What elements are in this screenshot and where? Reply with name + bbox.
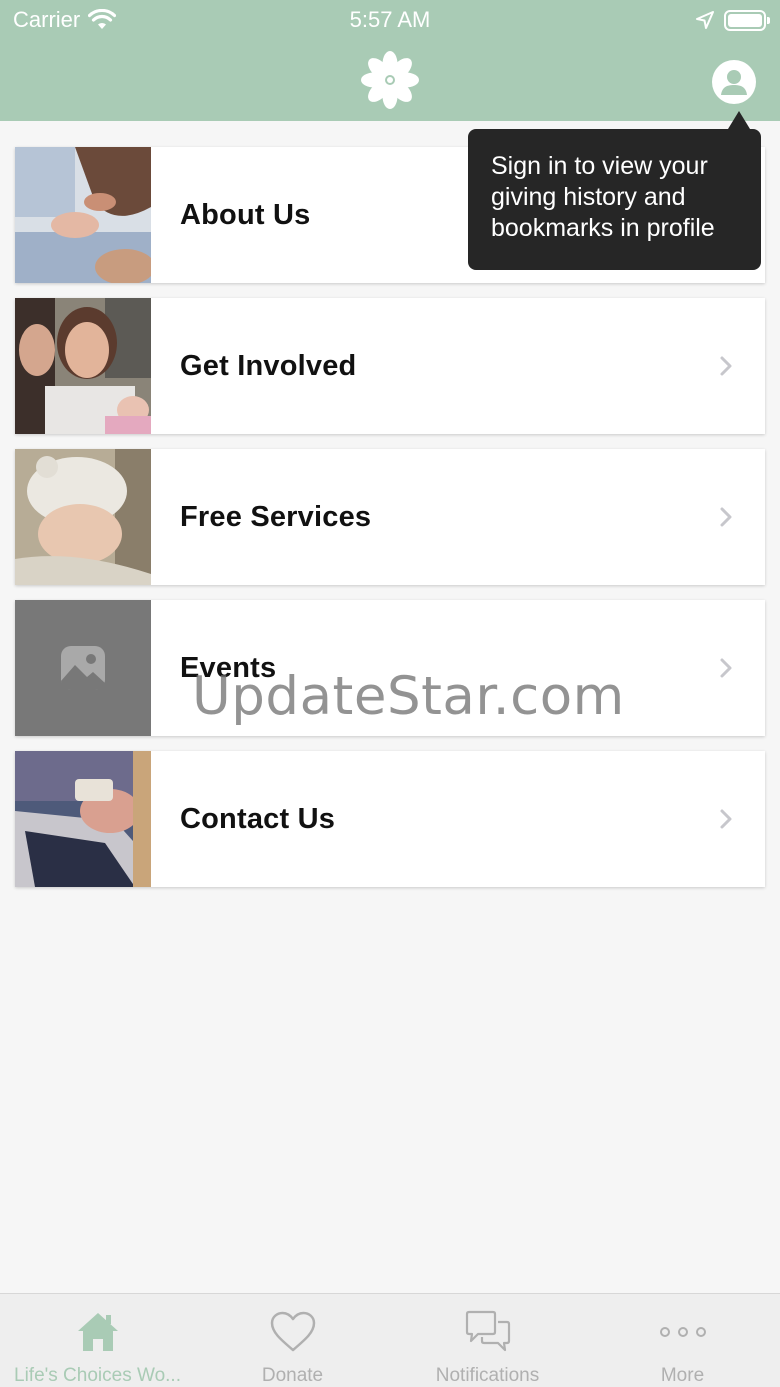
tab-label: Life's Choices Wo... [14,1365,181,1386]
more-dots-icon [659,1308,707,1356]
watermark: UpdateStar.com [192,666,625,727]
tab-label: Donate [261,1365,324,1386]
tab-more[interactable]: More [585,1294,780,1387]
status-time: 5:57 AM [349,7,431,32]
chevron-right-icon [720,809,732,829]
chevron-right-icon [720,356,732,376]
chevron-right-icon [720,658,732,678]
sleeping-baby-photo [15,449,151,585]
menu-item-contact-us[interactable]: Contact Us [15,751,765,887]
tab-label: More [660,1365,705,1386]
family-with-newborn-photo [15,298,151,434]
battery-icon [724,9,770,31]
menu-item-label: Contact Us [180,802,336,835]
menu-item-label: Get Involved [180,349,357,382]
tooltip-arrow [728,111,750,129]
menu-item-label: Free Services [180,500,372,533]
tab-notifications[interactable]: Notifications [390,1294,585,1387]
status-right [696,8,770,32]
phone-and-laptop-photo [15,751,151,887]
baby-hand-photo [15,147,151,283]
user-profile-icon [721,70,747,95]
chevron-right-icon [720,507,732,527]
top-bar: Carrier 5:57 AM [0,0,780,121]
flower-logo-icon [361,51,419,109]
heart-icon [269,1308,317,1356]
menu-item-free-services[interactable]: Free Services [15,449,765,585]
tab-label: Notifications [435,1365,540,1386]
location-arrow-icon [696,11,714,29]
tab-home[interactable]: Life's Choices Wo... [0,1294,195,1387]
image-placeholder-icon [15,600,151,736]
profile-button[interactable] [712,60,756,104]
tab-donate[interactable]: Donate [195,1294,390,1387]
home-icon [74,1308,122,1356]
menu-item-get-involved[interactable]: Get Involved [15,298,765,434]
chat-bubbles-icon [464,1308,512,1356]
menu-item-label: About Us [180,198,311,231]
sign-in-tooltip[interactable]: Sign in to view your giving history and … [468,129,761,270]
tab-bar: Life's Choices Wo... Donate Notification… [0,1293,780,1387]
